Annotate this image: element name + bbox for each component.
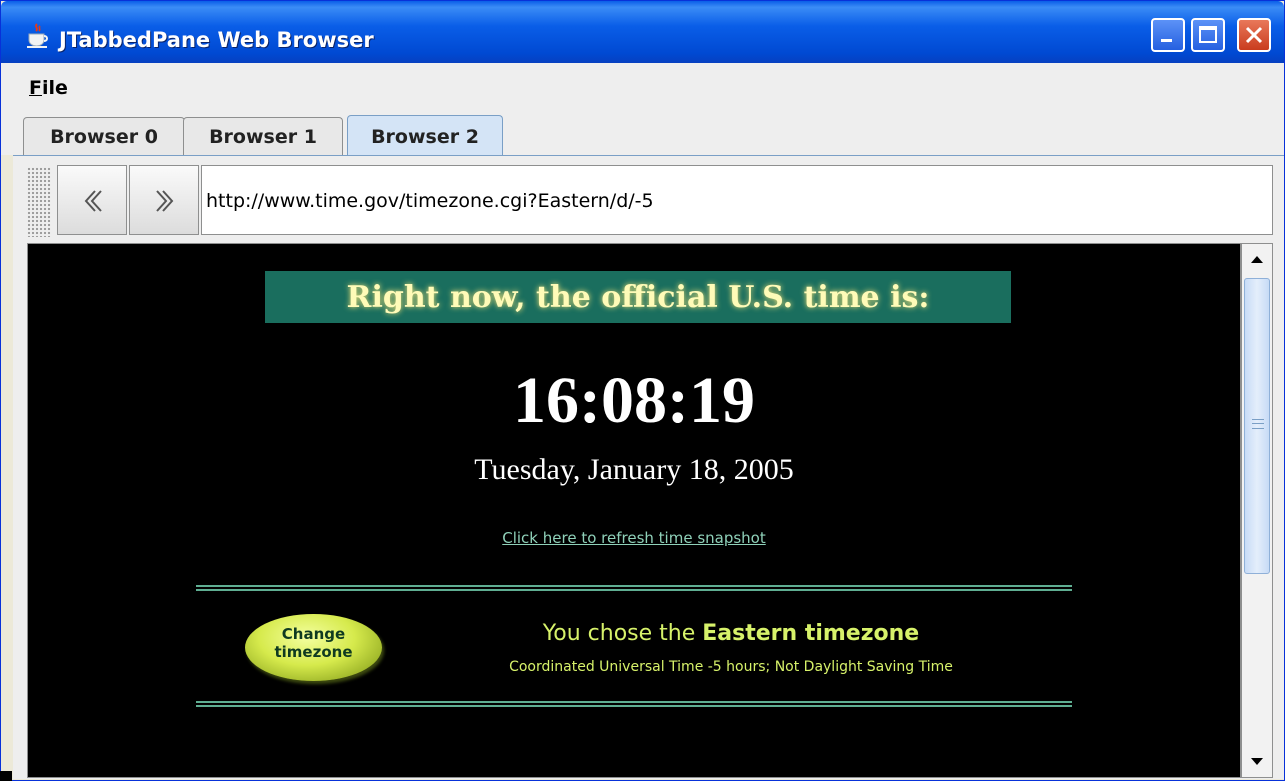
thumb-grip-icon	[1252, 419, 1264, 429]
banner-text: Right now, the official U.S. time is:	[346, 280, 930, 315]
back-button[interactable]	[57, 165, 127, 235]
divider-top	[196, 585, 1072, 591]
minimize-button[interactable]	[1151, 18, 1185, 52]
forward-button[interactable]	[129, 165, 199, 235]
scrollbar-thumb[interactable]	[1244, 278, 1270, 574]
chosen-prefix: You chose the	[542, 621, 703, 646]
close-icon	[1245, 26, 1263, 44]
maximize-icon	[1199, 26, 1217, 43]
menu-bar	[1, 63, 1284, 112]
title-bar[interactable]: JTabbedPane Web Browser	[1, 1, 1284, 63]
refresh-link[interactable]: Click here to refresh time snapshot	[27, 529, 1241, 547]
tab-browser-2[interactable]: Browser 2	[347, 115, 503, 155]
change-timezone-line2: timezone	[274, 643, 353, 661]
browser-window: JTabbedPane Web Browser File Browser 0 B…	[0, 0, 1285, 781]
minimize-icon	[1161, 39, 1172, 42]
window-title: JTabbedPane Web Browser	[59, 28, 374, 52]
scroll-down-arrow-icon[interactable]	[1242, 747, 1272, 777]
chevron-left-icon	[84, 190, 102, 212]
chosen-timezone: You chose the Eastern timezone	[421, 621, 1041, 646]
web-view[interactable]	[27, 243, 1241, 778]
url-field[interactable]: http://www.time.gov/timezone.cgi?Eastern…	[201, 165, 1273, 235]
toolbar-grip[interactable]	[27, 167, 51, 237]
scroll-up-arrow-icon[interactable]	[1242, 244, 1272, 274]
current-time: 16:08:19	[513, 364, 755, 437]
change-timezone-line1: Change	[281, 625, 346, 643]
utc-offset-note: Coordinated Universal Time -5 hours; Not…	[509, 659, 953, 675]
menu-file[interactable]: File	[29, 77, 68, 99]
desktop-corner	[0, 771, 12, 781]
chosen-zone: Eastern timezone	[702, 621, 920, 646]
tab-browser-0[interactable]: Browser 0	[23, 117, 185, 155]
vertical-scrollbar[interactable]	[1241, 243, 1273, 778]
close-button[interactable]	[1237, 18, 1271, 52]
official-time-banner: Right now, the official U.S. time is:	[265, 271, 1011, 323]
menu-file-label: ile	[41, 77, 68, 99]
tab-browser-1[interactable]: Browser 1	[183, 117, 343, 155]
change-timezone-button[interactable]: Change timezone	[245, 614, 382, 681]
maximize-button[interactable]	[1191, 18, 1225, 52]
chevron-right-icon	[156, 190, 174, 212]
java-cup-icon	[27, 23, 48, 48]
divider-bottom	[196, 701, 1072, 707]
current-date: Tuesday, January 18, 2005	[474, 453, 794, 486]
menu-file-mnemonic: F	[29, 77, 42, 99]
